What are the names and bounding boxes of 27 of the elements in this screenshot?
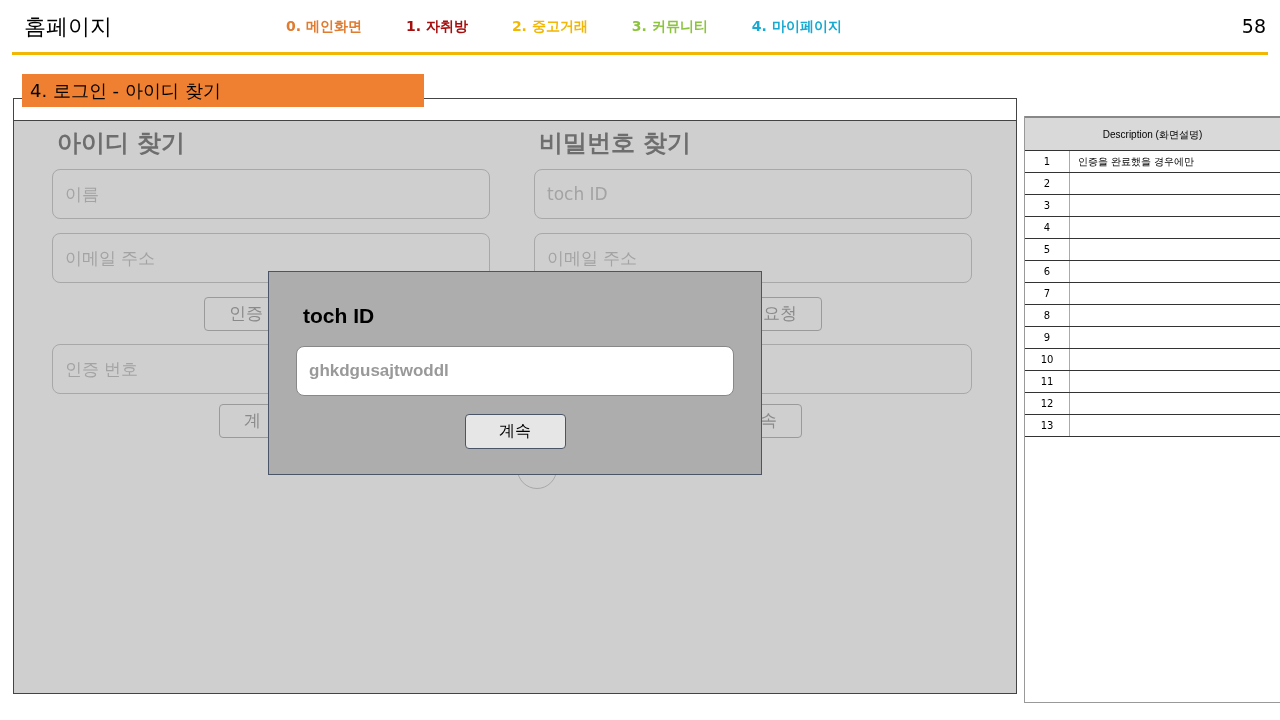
table-cell: 5 [1025,239,1070,260]
nav-link[interactable]: 1. 자취방 [405,15,468,37]
nav-link[interactable]: 2. 중고거래 [511,15,588,37]
table-cell: 9 [1025,327,1070,348]
nav-link[interactable]: 3. 커뮤니티 [631,15,708,37]
section-title: 4. 로그인 - 아이디 찾기 [22,74,424,107]
input-field[interactable]: ghkdgusajtwoddl [296,345,734,396]
table-cell-text: 인증을 완료했을 경우에만 [1077,155,1196,169]
nav-link[interactable]: 4. 마이페이지 [751,15,842,37]
table-cell: 1 [1025,151,1070,172]
continue-button[interactable]: 계속 [464,413,566,449]
table-header: Description (화면설명) [1025,116,1280,150]
nav-link[interactable]: 0. 메인화면 [286,15,362,37]
page-number: 58 [1241,13,1266,39]
table-cell: 13 [1025,415,1070,436]
table-cell: 8 [1025,305,1070,326]
table-cell: 2 [1025,173,1070,194]
table-cell: 11 [1025,371,1070,392]
table-cell: 4 [1025,217,1070,238]
page-title: 홈페이지 [24,12,113,41]
section-heading: 아이디 찾기 [56,128,187,159]
table-cell: 6 [1025,261,1070,282]
table-cell: 7 [1025,283,1070,304]
table-cell: 3 [1025,195,1070,216]
section-heading: 비밀번호 찾기 [538,128,693,159]
table-cell: 10 [1025,349,1070,370]
table-cell: 12 [1025,393,1070,414]
